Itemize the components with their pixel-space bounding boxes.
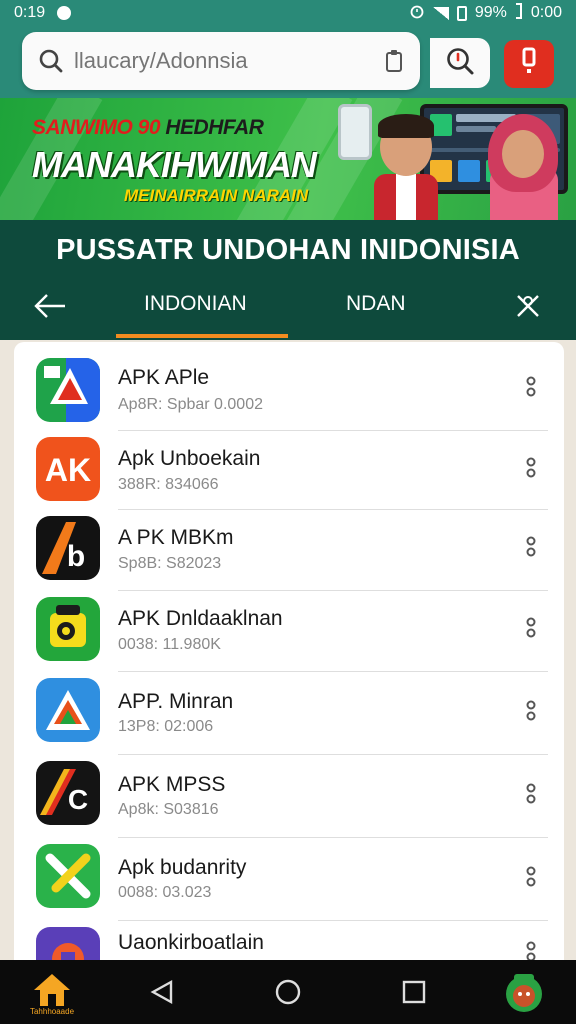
svg-text:AK: AK [45, 452, 91, 488]
app-subtitle: 0038: 11.980K [118, 636, 221, 653]
close-button[interactable] [508, 288, 548, 328]
svg-text:b: b [67, 540, 85, 573]
promo-banner[interactable]: SANWIMO 90 HEDHFAR MANAKIHWIMAN MEINAIRR… [0, 98, 576, 220]
lens-button[interactable] [430, 38, 490, 88]
list-item[interactable]: Apk budanrity 0088: 03.023 [14, 838, 564, 921]
search-input[interactable] [74, 48, 382, 74]
banner-headline-top: SANWIMO 90 HEDHFAR [32, 116, 264, 140]
app-title: APK Dnldaaklnan [118, 607, 283, 630]
green-yellow-camera-app-icon [36, 597, 100, 661]
close-icon [514, 292, 542, 325]
active-tab-indicator [116, 334, 288, 338]
orange-ak-app-icon: AK [36, 437, 100, 501]
blue-triangle-app-icon [36, 678, 100, 742]
alert-button[interactable] [504, 40, 554, 88]
more-options-icon[interactable] [516, 372, 546, 402]
triangle-back-icon [149, 979, 175, 1010]
magnifier-icon [445, 46, 475, 81]
list-item[interactable]: C APK MPSS Ap8k: S03816 [14, 755, 564, 838]
app-title: APP. Minran [118, 690, 234, 713]
app-title: APK APle [118, 366, 210, 389]
search-bar[interactable] [22, 32, 420, 90]
square-recents-icon [401, 979, 427, 1010]
phone-illustration [338, 104, 372, 160]
app-subtitle: Sp8B: S82023 [118, 555, 222, 572]
list-item[interactable]: APK APle Ap8R: Spbar 0.0002 [14, 342, 564, 431]
banner-headline: MANAKIHWIMAN [32, 144, 317, 185]
notification-icon [57, 6, 72, 20]
bottom-nav-bar: Tahhhoaade [0, 960, 576, 1024]
more-options-icon[interactable] [516, 862, 546, 892]
tab-indonian[interactable]: INDONIAN [144, 292, 247, 316]
app-title: A PK MBKm [118, 526, 234, 549]
list-item[interactable]: b A PK MBKm Sp8B: S82023 [14, 510, 564, 591]
more-options-icon[interactable] [516, 453, 546, 483]
battery-percent: 99% [474, 4, 507, 21]
black-orange-a-app-icon: b [36, 516, 100, 580]
app-list: APK APle Ap8R: Spbar 0.0002 AK Apk Unboe… [14, 342, 564, 968]
app-title: Apk budanrity [118, 856, 247, 879]
search-icon [36, 46, 66, 76]
mascot-icon [502, 970, 546, 1019]
more-options-icon[interactable] [516, 613, 546, 643]
girl-illustration [486, 114, 566, 220]
title-band: PUSSATR UNDOHAN INIDONISIA INDONIAN NDAN [0, 220, 576, 340]
more-options-icon[interactable] [516, 696, 546, 726]
back-arrow-icon [33, 293, 67, 324]
search-header [0, 26, 576, 98]
alarm-icon [409, 3, 425, 24]
bracket-icon [515, 2, 523, 24]
exclamation-icon [519, 47, 539, 82]
back-button[interactable] [28, 288, 72, 328]
app-title: APK MPSS [118, 773, 226, 796]
boy-illustration [368, 112, 444, 220]
status-time: 0:19 [14, 4, 46, 21]
recents-nav-button[interactable] [390, 970, 438, 1018]
app-subtitle: Ap8k: S03816 [118, 801, 219, 818]
signal-icon [432, 6, 449, 20]
black-ac-app-icon: C [36, 761, 100, 825]
banner-subheadline: MEINAIRRAIN NARAIN [124, 186, 309, 205]
svg-text:C: C [68, 784, 88, 815]
blue-green-arrow-app-icon [36, 358, 100, 422]
app-subtitle: 0088: 03.023 [118, 884, 212, 901]
banner-line1-red: SANWIMO 90 [32, 116, 161, 139]
app-title: Uaonkirboatlain [118, 931, 264, 954]
app-subtitle: 13P8: 02:006 [118, 718, 214, 735]
battery-icon [456, 5, 467, 21]
tab-ndan[interactable]: NDAN [346, 292, 406, 316]
mascot-button[interactable] [500, 970, 548, 1018]
list-item[interactable]: APK Dnldaaklnan 0038: 11.980K [14, 591, 564, 672]
app-subtitle: 388R: 834066 [118, 476, 219, 493]
back-nav-button[interactable] [138, 970, 186, 1018]
page-title: PUSSATR UNDOHAN INIDONISIA [56, 234, 520, 266]
more-options-icon[interactable] [516, 532, 546, 562]
home-label: Tahhhoaade [29, 1007, 75, 1016]
home-nav-button[interactable] [264, 970, 312, 1018]
more-options-icon[interactable] [516, 779, 546, 809]
app-title: Apk Unboekain [118, 447, 261, 470]
green-x-app-icon [36, 844, 100, 908]
circle-home-icon [274, 978, 302, 1011]
list-item[interactable]: APP. Minran 13P8: 02:006 [14, 672, 564, 755]
status-clock-right: 0:00 [530, 4, 562, 21]
status-bar: 0:19 99% 0:00 [0, 0, 576, 26]
clipboard-icon[interactable] [382, 47, 406, 75]
banner-line1-dark: HEDHFAR [165, 116, 264, 139]
app-subtitle: Ap8R: Spbar 0.0002 [118, 396, 263, 413]
list-item[interactable]: AK Apk Unboekain 388R: 834066 [14, 431, 564, 510]
